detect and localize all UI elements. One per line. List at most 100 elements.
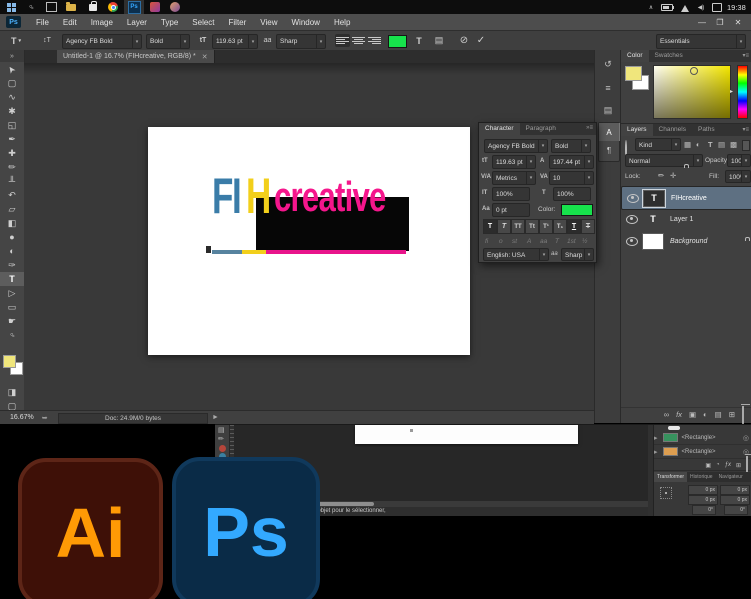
reference-point-icon[interactable]	[660, 487, 672, 499]
text-layer-thumbnail[interactable]: T	[643, 190, 665, 207]
brush-tool-icon[interactable]: ✏	[218, 435, 224, 443]
appearance-row-rect2[interactable]: ▸ <Rectangle> ◎	[654, 445, 751, 459]
volume-indicator[interactable]: ◀)	[694, 2, 708, 12]
visibility-eye-icon[interactable]	[626, 215, 638, 224]
color-gradient-box[interactable]	[653, 65, 731, 119]
menu-filter[interactable]: Filter	[222, 18, 254, 27]
foreground-color-swatch[interactable]	[3, 355, 16, 368]
cp-font-style-select[interactable]: Bold	[551, 139, 591, 153]
document-canvas[interactable]: FI H creative	[148, 127, 470, 355]
ot-ligatures-icon[interactable]: fi	[485, 238, 488, 245]
rotate-angle-field[interactable]: 0°	[692, 505, 716, 515]
cp-vscale-field[interactable]: 100%	[492, 187, 530, 201]
filter-type-icon[interactable]: T	[708, 140, 713, 149]
tab-color[interactable]: Color	[621, 50, 649, 62]
appearance-row-rect1[interactable]: ▸ <Rectangle> ◎	[654, 431, 751, 445]
hue-slider[interactable]	[737, 65, 748, 119]
cp-leading-select[interactable]: 197.44 pt	[549, 155, 594, 169]
photoshop-taskbar-button[interactable]: Ps	[124, 0, 144, 15]
layer-name[interactable]: Background	[670, 238, 707, 245]
collapse-panel-icon[interactable]: »≡	[586, 123, 596, 135]
font-style-select[interactable]: Bold	[146, 34, 190, 49]
tray-expand-button[interactable]: ∧	[644, 2, 658, 12]
cp-tracking-select[interactable]: 10	[549, 171, 594, 185]
commit-edits-button[interactable]: ✓	[474, 34, 488, 47]
tab-paragraph[interactable]: Paragraph	[520, 123, 562, 135]
layer-filter-select[interactable]: Kind	[635, 138, 681, 151]
quick-selection-tool[interactable]: ✱	[0, 104, 24, 118]
transform-w-field[interactable]: 0 px	[720, 485, 750, 495]
chrome-button[interactable]	[106, 2, 120, 12]
history-panel-icon[interactable]: ↺	[595, 56, 621, 72]
align-center-button[interactable]	[351, 34, 366, 47]
character-panel-icon[interactable]: A	[599, 123, 620, 141]
spot-healing-tool[interactable]: ✚	[0, 146, 24, 160]
ot-ordinals-icon[interactable]: 1st	[567, 238, 576, 245]
ot-fractions-icon[interactable]: ½	[582, 238, 587, 245]
artboard[interactable]	[355, 425, 578, 444]
tab-historique[interactable]: Historique	[687, 472, 716, 482]
eyedropper-tool[interactable]: ✒	[0, 132, 24, 146]
taskbar-search-button[interactable]: ♀	[24, 2, 38, 12]
task-view-button[interactable]	[44, 2, 58, 12]
action-center-button[interactable]	[710, 2, 724, 12]
cp-color-swatch[interactable]	[561, 204, 593, 216]
workspace-select[interactable]: Essentials	[656, 34, 746, 49]
layer-row-layer1[interactable]: T Layer 1	[621, 208, 751, 230]
filter-pixel-icon[interactable]: ▦	[684, 140, 691, 149]
transform-y-field[interactable]: 0 px	[688, 495, 718, 505]
close-button[interactable]: ✕	[729, 18, 747, 27]
menu-edit[interactable]: Edit	[56, 18, 84, 27]
crop-tool[interactable]: ◱	[0, 118, 24, 132]
warp-text-icon[interactable]: T	[412, 34, 426, 47]
quick-mask-icon[interactable]: ◨	[5, 386, 19, 398]
cancel-edits-button[interactable]: ⊘	[457, 34, 471, 47]
adjustment-layer-icon[interactable]: ◐	[703, 410, 708, 419]
fx-icon[interactable]: ƒx	[725, 462, 731, 468]
menu-select[interactable]: Select	[185, 18, 221, 27]
eraser-tool[interactable]: ▱	[0, 202, 24, 216]
tool-preset-button[interactable]: T▾	[4, 34, 28, 47]
shear-angle-field[interactable]: 0°	[724, 505, 748, 515]
item-name[interactable]: <Rectangle>	[682, 435, 743, 441]
transform-h-field[interactable]: 0 px	[720, 495, 750, 505]
new-layer-icon[interactable]: ⊞	[729, 410, 735, 419]
document-tab[interactable]: Untitled-1 @ 16.7% (FIHcreative, RGB/8) …	[57, 50, 215, 63]
menu-layer[interactable]: Layer	[120, 18, 154, 27]
start-button[interactable]	[4, 2, 18, 12]
blend-mode-select[interactable]: Normal	[625, 154, 703, 167]
disclosure-icon[interactable]: ▸	[654, 448, 658, 456]
filter-adjustment-icon[interactable]: ◐	[696, 140, 701, 149]
marquee-tool[interactable]: ▢	[0, 76, 24, 90]
menu-help[interactable]: Help	[327, 18, 357, 27]
visibility-eye-icon[interactable]	[627, 194, 639, 203]
zoom-level[interactable]: 16.67%	[10, 414, 34, 421]
taskbar-clock[interactable]: 19:38	[727, 3, 746, 12]
rectangle-tool[interactable]: ▭	[0, 300, 24, 314]
libraries-panel-icon[interactable]: ▤	[595, 102, 621, 118]
app-2-button[interactable]	[168, 2, 182, 12]
layer-row-background[interactable]: Background	[621, 230, 751, 252]
language-select[interactable]: English: USA	[483, 248, 549, 261]
text-orientation-icon[interactable]: ↕T	[39, 34, 55, 47]
lock-position-icon[interactable]: ✛	[670, 171, 676, 180]
move-tool[interactable]: ➤	[0, 62, 24, 76]
file-explorer-button[interactable]	[64, 2, 78, 12]
layer-row-fihcreative[interactable]: T FIHcreative	[621, 186, 751, 210]
delete-layer-icon[interactable]	[742, 406, 744, 424]
font-size-select[interactable]: 119.63 pt	[212, 34, 258, 49]
tab-channels[interactable]: Channels	[653, 124, 692, 136]
panel-menu-icon[interactable]: ▾≡	[742, 124, 751, 136]
close-tab-icon[interactable]: ✕	[202, 53, 208, 61]
export-icon[interactable]: ➥	[42, 414, 48, 422]
fill-swatch-icon[interactable]	[219, 445, 226, 452]
photoshop-app-tile[interactable]: Ps	[172, 457, 320, 599]
app-1-button[interactable]	[148, 2, 162, 12]
foreground-color-well[interactable]	[625, 66, 642, 81]
ot-titling-icon[interactable]: T	[555, 238, 559, 245]
panel-menu-icon[interactable]: ▾≡	[742, 50, 751, 62]
layer-effects-icon[interactable]: fx	[676, 410, 682, 419]
strikethrough-button[interactable]: T	[581, 219, 595, 234]
lasso-tool[interactable]: ∿	[0, 90, 24, 104]
filter-toggle[interactable]	[742, 140, 750, 151]
